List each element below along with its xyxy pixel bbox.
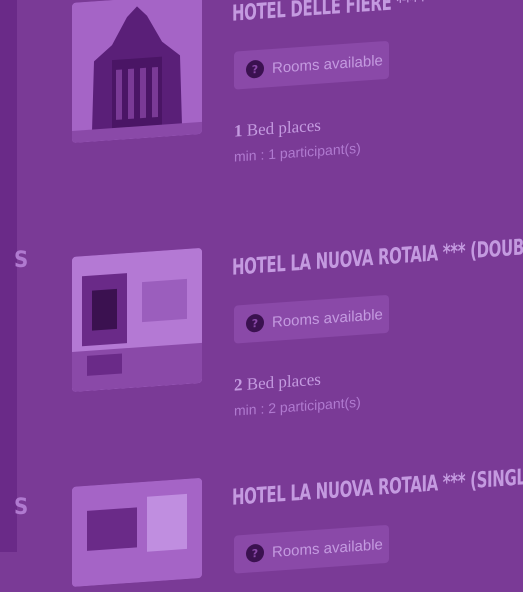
bed-label: Bed places (246, 369, 321, 394)
hotel-photo[interactable] (72, 477, 202, 587)
hotel-building-image (72, 0, 202, 143)
question-circle-icon: ? (246, 543, 264, 563)
question-circle-icon: ? (246, 59, 264, 79)
hotel-photo[interactable] (72, 247, 202, 392)
question-circle-icon: ? (246, 313, 264, 333)
min-participants: min : 1 participant(s) (234, 139, 361, 165)
hotel-room-image (72, 247, 202, 392)
rooms-available-label: Rooms available (272, 51, 383, 77)
rooms-available-label: Rooms available (272, 305, 383, 331)
rooms-available-button[interactable]: ? Rooms available (234, 40, 389, 90)
bed-count: 1 (234, 121, 243, 141)
hotel-name[interactable]: HOTEL DELLE FIERE **** (232, 0, 426, 27)
hotel-list: HOTEL DELLE FIERE **** ? Rooms available… (0, 0, 523, 587)
bed-places: 2 Bed places (234, 370, 321, 396)
min-participants: min : 2 participant(s) (234, 393, 361, 419)
bed-count: 2 (234, 375, 243, 395)
hotel-name[interactable]: HOTEL LA NUOVA ROTAIA *** (SINGLE ROOM) (232, 460, 523, 511)
rooms-available-button[interactable]: ? Rooms available (234, 524, 389, 574)
rooms-available-button[interactable]: ? Rooms available (234, 294, 389, 344)
hotel-room-image (72, 477, 202, 587)
hotel-photo[interactable] (72, 0, 202, 143)
rooms-available-label: Rooms available (272, 535, 383, 561)
hotel-name[interactable]: HOTEL LA NUOVA ROTAIA *** (DOUBLE ROOM) (232, 230, 523, 281)
bed-places: 1 Bed places (234, 116, 321, 142)
bed-label: Bed places (246, 115, 321, 140)
